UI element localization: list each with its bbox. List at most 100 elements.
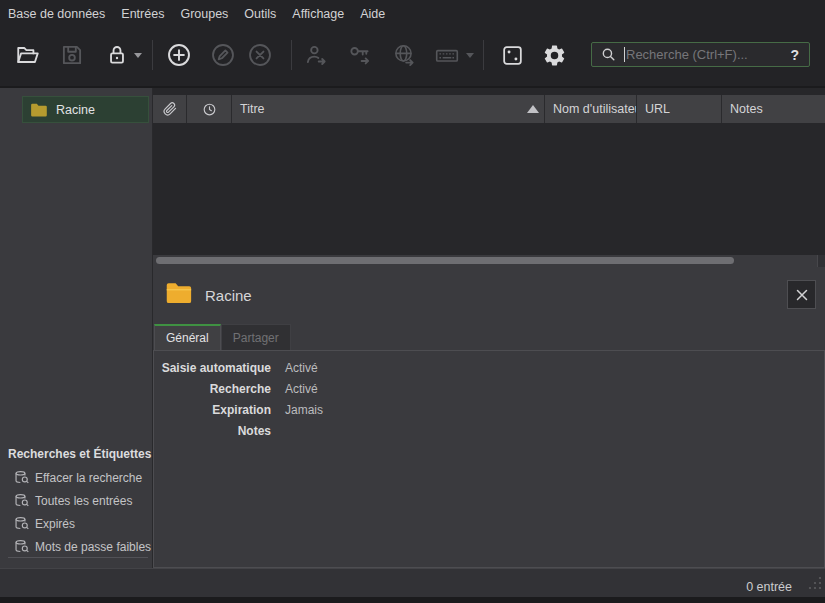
- window-bottom-edge: [0, 597, 825, 603]
- save-icon: [59, 42, 85, 68]
- field-value: Activé: [285, 382, 318, 396]
- saved-search-expired[interactable]: Expirés: [14, 512, 75, 535]
- copy-username-button[interactable]: [303, 42, 329, 68]
- saved-search-clear[interactable]: Effacer la recherche: [14, 466, 142, 489]
- preview-tabs: Général Partager: [154, 324, 291, 350]
- tab-general-label: Général: [166, 331, 209, 345]
- search-input[interactable]: [626, 47, 784, 62]
- resize-grip[interactable]: [808, 576, 822, 594]
- password-generator-button[interactable]: [499, 42, 525, 68]
- copy-url-button[interactable]: [391, 42, 417, 68]
- close-icon: [796, 289, 808, 301]
- field-label: Saisie automatique: [154, 361, 271, 375]
- group-sidebar: Racine Recherches et Étiquettes Effacer …: [0, 88, 152, 568]
- field-row: Notes: [154, 420, 824, 441]
- toolbar-separator: [152, 40, 153, 70]
- field-value: Activé: [285, 361, 318, 375]
- save-database-button[interactable]: [59, 42, 85, 68]
- status-bar: 0 entrée: [0, 568, 825, 597]
- saved-search-icon: [14, 516, 29, 531]
- saved-search-weak-passwords[interactable]: Mots de passe faibles: [14, 535, 151, 558]
- horizontal-scrollbar[interactable]: [153, 255, 817, 267]
- entry-table-header: Titre Nom d'utilisateur URL Notes: [153, 95, 825, 123]
- delete-circle-icon: [247, 42, 273, 68]
- close-preview-button[interactable]: [787, 280, 816, 309]
- field-row: Recherche Activé: [154, 378, 824, 399]
- saved-search-label: Expirés: [35, 517, 75, 531]
- saved-search-icon: [14, 470, 29, 485]
- gear-icon: [542, 43, 567, 68]
- pencil-circle-icon: [210, 42, 236, 68]
- folder-icon: [30, 102, 48, 118]
- column-url-label: URL: [645, 102, 670, 116]
- group-preview-panel: Racine Général Partager Saisie automatiq…: [153, 267, 825, 568]
- dice-icon: [500, 43, 525, 68]
- group-label: Racine: [56, 103, 95, 117]
- search-icon: [600, 46, 617, 63]
- column-attachments[interactable]: [153, 95, 187, 123]
- menu-outils[interactable]: Outils: [236, 0, 284, 28]
- column-expiry[interactable]: [187, 95, 232, 123]
- group-racine[interactable]: Racine: [22, 96, 149, 123]
- lock-icon: [104, 42, 130, 68]
- settings-button[interactable]: [541, 42, 567, 68]
- saved-search-icon: [14, 539, 29, 554]
- field-label: Recherche: [154, 382, 271, 396]
- group-folder-icon: [165, 281, 193, 305]
- lock-databases-button[interactable]: [104, 42, 130, 68]
- menu-aide[interactable]: Aide: [352, 0, 393, 28]
- plus-circle-icon: [166, 42, 192, 68]
- column-username[interactable]: Nom d'utilisateur: [545, 95, 637, 123]
- menu-groupes[interactable]: Groupes: [172, 0, 236, 28]
- sort-ascending-icon: [527, 105, 539, 113]
- menu-base-de-donnees[interactable]: Base de données: [0, 0, 113, 28]
- search-help-icon[interactable]: ?: [790, 47, 799, 63]
- column-notes[interactable]: Notes: [722, 95, 825, 123]
- saved-search-icon: [14, 493, 29, 508]
- tab-partager-label: Partager: [233, 331, 279, 345]
- field-label: Expiration: [154, 403, 271, 417]
- tab-partager[interactable]: Partager: [221, 324, 291, 350]
- column-url[interactable]: URL: [637, 95, 722, 123]
- column-title[interactable]: Titre: [232, 95, 545, 123]
- new-entry-button[interactable]: [166, 42, 192, 68]
- entry-table: Titre Nom d'utilisateur URL Notes: [153, 88, 825, 267]
- toolbar: ?: [0, 28, 825, 86]
- field-row: Expiration Jamais: [154, 399, 824, 420]
- saved-search-label: Mots de passe faibles: [35, 540, 151, 554]
- field-row: Saisie automatique Activé: [154, 357, 824, 378]
- scrollbar-corner: [817, 255, 825, 267]
- menu-bar: Base de données Entrées Groupes Outils A…: [0, 0, 825, 28]
- autotype-dropdown-caret[interactable]: [466, 53, 474, 58]
- preview-general-pane: Saisie automatique Activé Recherche Acti…: [153, 350, 825, 568]
- toolbar-separator: [483, 40, 484, 70]
- globe-arrow-icon: [391, 42, 417, 68]
- field-label: Notes: [154, 424, 271, 438]
- person-arrow-icon: [303, 42, 329, 68]
- saved-search-all-entries[interactable]: Toutes les entrées: [14, 489, 132, 512]
- status-entry-count: 0 entrée: [746, 580, 792, 594]
- menu-entrees[interactable]: Entrées: [113, 0, 172, 28]
- scrollbar-thumb[interactable]: [156, 257, 734, 264]
- folder-open-icon: [15, 42, 41, 68]
- delete-entry-button[interactable]: [247, 42, 273, 68]
- keyboard-icon: [434, 42, 460, 68]
- toolbar-separator: [291, 40, 292, 70]
- entry-table-body[interactable]: [153, 123, 825, 255]
- preview-group-title: Racine: [205, 282, 252, 310]
- field-value: Jamais: [285, 403, 323, 417]
- copy-password-button[interactable]: [347, 42, 373, 68]
- search-field: ?: [591, 42, 810, 67]
- paperclip-icon: [163, 102, 177, 116]
- autotype-button[interactable]: [434, 42, 460, 68]
- menu-affichage[interactable]: Affichage: [284, 0, 352, 28]
- open-database-button[interactable]: [15, 42, 41, 68]
- edit-entry-button[interactable]: [210, 42, 236, 68]
- lock-dropdown-caret[interactable]: [134, 53, 142, 58]
- column-notes-label: Notes: [730, 102, 763, 116]
- text-caret: [624, 47, 625, 62]
- tab-general[interactable]: Général: [154, 324, 221, 350]
- clock-icon: [202, 102, 217, 117]
- saved-search-label: Toutes les entrées: [35, 494, 132, 508]
- column-title-label: Titre: [240, 102, 265, 116]
